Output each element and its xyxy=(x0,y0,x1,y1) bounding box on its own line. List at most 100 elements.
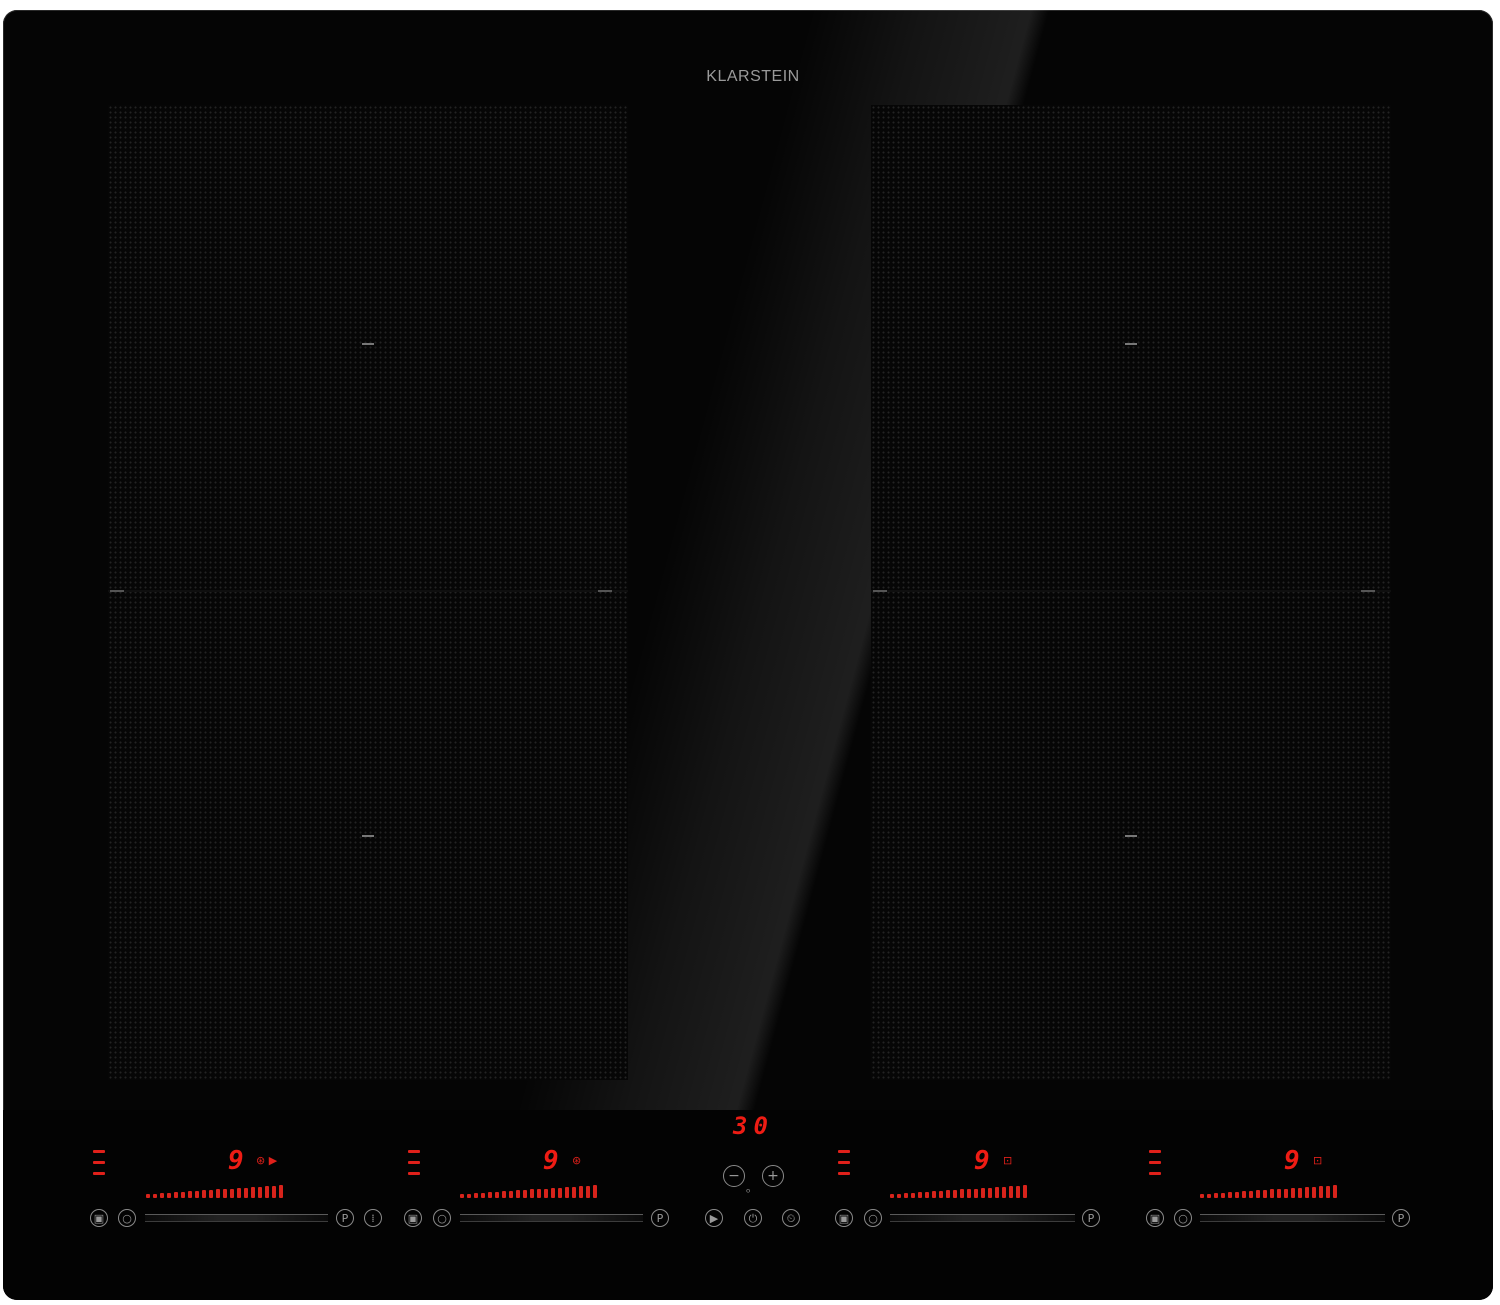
zone-3-boost-icon: ⊡ xyxy=(1003,1154,1013,1167)
power-level-bar xyxy=(474,1193,478,1198)
zone-1-slider[interactable] xyxy=(145,1214,328,1222)
zone-4-preset-button[interactable]: P xyxy=(1392,1209,1410,1227)
zone-marker xyxy=(1125,343,1137,345)
power-level-bar xyxy=(216,1189,220,1198)
power-level-bar xyxy=(988,1188,992,1198)
power-level-bar xyxy=(509,1191,513,1198)
power-level-bar xyxy=(502,1191,506,1198)
zone-2-boost-icon: ⊛ xyxy=(572,1154,582,1167)
zone-1-level: 9 xyxy=(228,1146,244,1176)
zone-4-slider[interactable] xyxy=(1200,1214,1385,1222)
power-level-bar xyxy=(1207,1194,1211,1198)
minus-button[interactable]: − xyxy=(723,1165,745,1187)
zone-3-level: 9 xyxy=(974,1146,990,1176)
power-level-bar xyxy=(1242,1191,1246,1198)
power-level-bar xyxy=(495,1192,499,1198)
power-level-bar xyxy=(1200,1194,1204,1198)
zone-3-on-button[interactable]: ○ xyxy=(864,1209,882,1227)
zone-1-indicators xyxy=(93,1146,107,1183)
zone-4-on-button[interactable]: ○ xyxy=(1174,1209,1192,1227)
power-level-bar xyxy=(572,1187,576,1198)
zone-2-indicators xyxy=(408,1146,422,1183)
zone-marker xyxy=(873,590,887,592)
zone-2-flex-button[interactable]: ▣ xyxy=(404,1209,422,1227)
zone-2-slider[interactable] xyxy=(460,1214,643,1222)
pause-button[interactable]: ▶ xyxy=(705,1209,723,1227)
zone-3-preset-button[interactable]: P xyxy=(1082,1209,1100,1227)
power-level-bar xyxy=(223,1189,227,1198)
zone-marker xyxy=(362,835,374,837)
power-level-bar xyxy=(932,1191,936,1198)
power-level-bar xyxy=(904,1193,908,1198)
power-level-bar xyxy=(251,1187,255,1198)
power-level-bar xyxy=(586,1186,590,1198)
power-level-bar xyxy=(174,1192,178,1198)
zone-4-indicators xyxy=(1149,1146,1163,1183)
power-level-bar xyxy=(995,1187,999,1198)
zone-2-on-button[interactable]: ○ xyxy=(433,1209,451,1227)
power-level-bar xyxy=(890,1194,894,1198)
power-level-bar xyxy=(953,1190,957,1198)
power-level-bar xyxy=(195,1191,199,1198)
power-level-bar xyxy=(925,1192,929,1198)
zone-4-flex-button[interactable]: ▣ xyxy=(1146,1209,1164,1227)
cooking-zone-right xyxy=(871,105,1391,1080)
power-level-bar xyxy=(1002,1187,1006,1198)
power-level-bar xyxy=(981,1188,985,1198)
timer-indicator-icon: ᵒ xyxy=(746,1186,751,1199)
power-level-bar xyxy=(488,1192,492,1198)
zone-marker xyxy=(1361,590,1375,592)
zone-3-slider[interactable] xyxy=(890,1214,1075,1222)
power-level-bar xyxy=(209,1190,213,1198)
power-level-bar xyxy=(1249,1191,1253,1198)
zone-divider xyxy=(871,590,1391,592)
power-level-bar xyxy=(946,1190,950,1198)
power-level-bar xyxy=(160,1193,164,1198)
power-level-bar xyxy=(939,1191,943,1198)
power-level-bar xyxy=(167,1193,171,1198)
power-button[interactable]: ⏻ xyxy=(744,1209,762,1227)
zone-3-indicators xyxy=(838,1146,852,1183)
power-level-bar xyxy=(537,1189,541,1198)
zone-1-preset-button[interactable]: P xyxy=(336,1209,354,1227)
power-level-bar xyxy=(460,1194,464,1198)
plus-button[interactable]: + xyxy=(762,1165,784,1187)
power-level-bar xyxy=(1256,1190,1260,1198)
power-level-bar xyxy=(551,1188,555,1198)
zone-marker xyxy=(362,343,374,345)
induction-hob: KLARSTEIN xyxy=(3,10,1493,1300)
power-level-bar xyxy=(1312,1187,1316,1198)
zone-1-flex-button[interactable]: ▣ xyxy=(90,1209,108,1227)
zone-1-bridge-button[interactable]: ⁞ xyxy=(364,1209,382,1227)
zone-2-preset-button[interactable]: P xyxy=(651,1209,669,1227)
power-level-bar xyxy=(558,1188,562,1198)
power-level-bar xyxy=(467,1194,471,1198)
power-level-bar xyxy=(1270,1189,1274,1198)
power-level-bar xyxy=(202,1190,206,1198)
cooking-zone-left xyxy=(108,105,628,1080)
power-level-bar xyxy=(1333,1185,1337,1198)
power-level-bar xyxy=(1009,1186,1013,1198)
power-level-bar xyxy=(516,1190,520,1198)
power-level-bar xyxy=(1319,1186,1323,1198)
zone-3-flex-button[interactable]: ▣ xyxy=(835,1209,853,1227)
power-level-bar xyxy=(1326,1186,1330,1198)
power-level-bar xyxy=(960,1189,964,1198)
zone-1-power-scale xyxy=(146,1184,283,1198)
zone-divider xyxy=(108,590,628,592)
zone-1-on-button[interactable]: ○ xyxy=(118,1209,136,1227)
power-level-bar xyxy=(579,1186,583,1198)
power-level-bar xyxy=(1228,1192,1232,1198)
power-level-bar xyxy=(1298,1188,1302,1198)
power-level-bar xyxy=(530,1189,534,1198)
power-level-bar xyxy=(1023,1185,1027,1198)
power-level-bar xyxy=(153,1194,157,1198)
zone-2-power-scale xyxy=(460,1184,597,1198)
power-level-bar xyxy=(1235,1192,1239,1198)
zone-marker xyxy=(598,590,612,592)
zone-4-level: 9 xyxy=(1284,1146,1300,1176)
power-level-bar xyxy=(1016,1186,1020,1198)
power-level-bar xyxy=(237,1188,241,1198)
timer-button[interactable]: ⏲ xyxy=(782,1209,800,1227)
timer-display: 30 xyxy=(733,1112,774,1140)
